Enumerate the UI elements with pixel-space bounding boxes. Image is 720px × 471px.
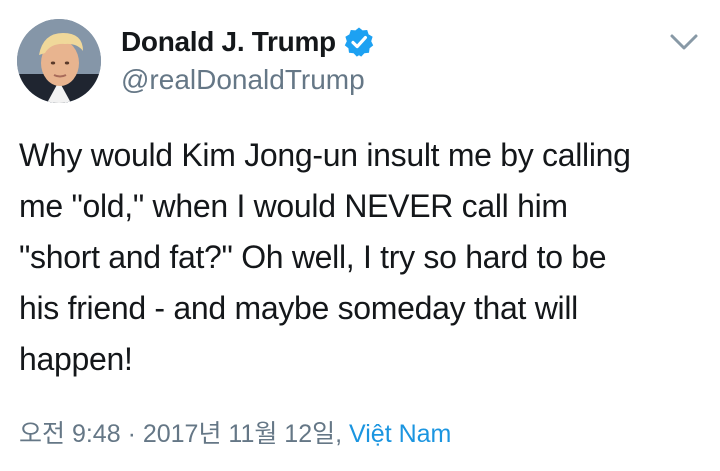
tweet-text-line: "short and fat?" Oh well, I try so hard … — [19, 239, 607, 275]
verified-badge-icon — [343, 26, 375, 58]
user-handle[interactable]: @realDonaldTrump — [121, 60, 365, 100]
name-row: Donald J. Trump — [121, 22, 375, 62]
display-name[interactable]: Donald J. Trump — [121, 22, 336, 62]
tweet-card: Donald J. Trump @realDonaldTrump Why wou… — [0, 0, 720, 471]
tweet-text-line: Why would Kim Jong-un insult me by calli… — [19, 137, 631, 173]
tweet-date[interactable]: 2017년 11월 12일, — [143, 414, 342, 454]
tweet-text-line: happen! — [19, 341, 133, 377]
tweet-text-line: me "old," when I would NEVER call him — [19, 188, 568, 224]
tweet-location-link[interactable]: Việt Nam — [349, 414, 451, 454]
tweet-meta: 오전 9:48 · 2017년 11월 12일, Việt Nam — [19, 414, 451, 454]
tweet-text-line: his friend - and maybe someday that will — [19, 290, 578, 326]
tweet-text: Why would Kim Jong-un insult me by calli… — [19, 130, 709, 385]
avatar[interactable] — [17, 19, 101, 103]
avatar-image — [17, 19, 101, 103]
meta-separator: · — [127, 420, 136, 448]
tweet-time[interactable]: 오전 9:48 — [19, 414, 121, 454]
chevron-down-icon[interactable] — [664, 26, 704, 58]
